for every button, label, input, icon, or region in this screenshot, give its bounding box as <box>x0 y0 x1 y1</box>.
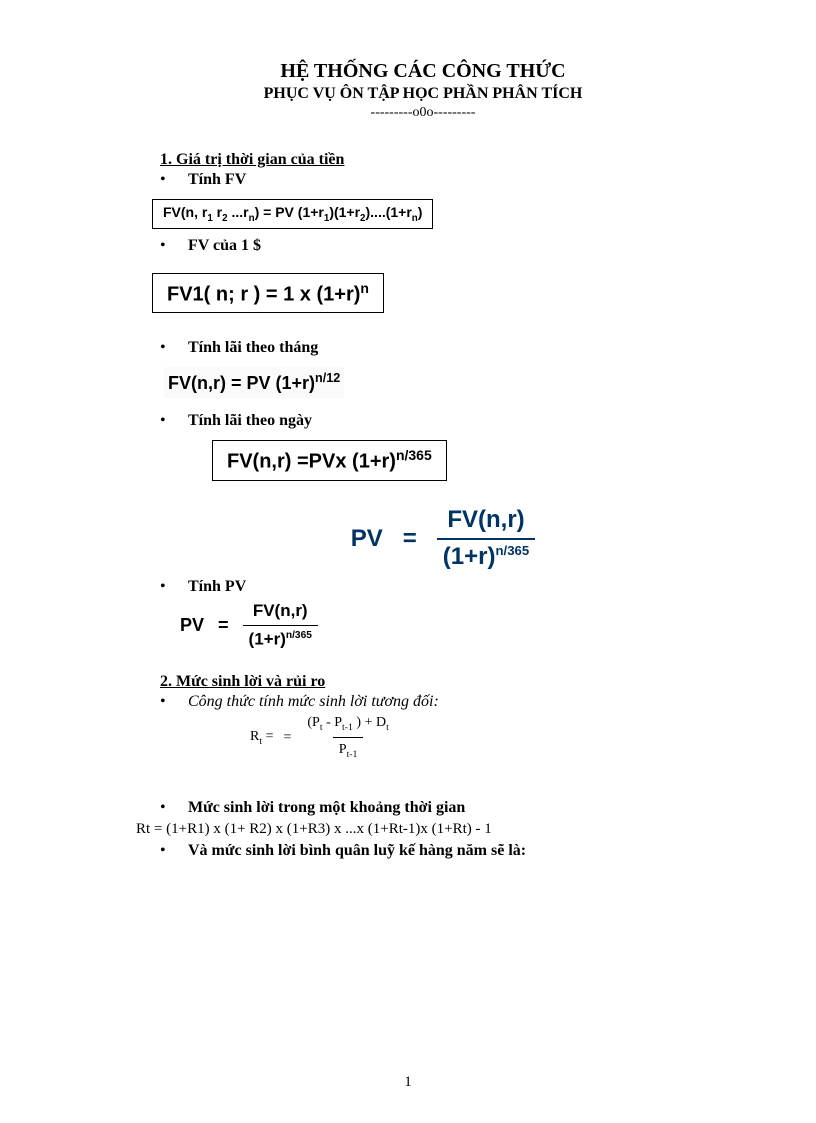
f: P <box>339 742 347 757</box>
f: FV1( n; r ) = 1 x (1+r) <box>167 283 360 305</box>
bullet-dot-icon: • <box>160 578 188 596</box>
f: t-1 <box>342 722 353 733</box>
rt-lhs: Rt = <box>250 729 273 747</box>
f: )....(1+r <box>366 204 412 220</box>
title-main: HỆ THỐNG CÁC CÔNG THỨC <box>160 60 686 83</box>
f: FV(n,r) = PV (1+r) <box>168 373 315 393</box>
bullet-dot-icon: • <box>160 412 188 430</box>
formula-fv1: FV1( n; r ) = 1 x (1+r)n <box>152 273 384 314</box>
pv-fraction: FV(n,r) (1+r)n/365 <box>437 507 535 570</box>
formula-day: FV(n,r) =PVx (1+r)n/365 <box>212 440 447 481</box>
page: HỆ THỐNG CÁC CÔNG THỨC PHỤC VỤ ÔN TẬP HỌ… <box>0 0 816 904</box>
pv2-eq: = <box>218 615 229 636</box>
f: n/12 <box>315 371 340 385</box>
bullet-dot-icon: • <box>160 842 188 860</box>
f: ) <box>418 204 423 220</box>
pv-den: (1+r)n/365 <box>437 538 535 570</box>
bullet-fv-1-dollar: • FV của 1 $ <box>160 237 686 255</box>
rt-eq2: = <box>283 730 291 746</box>
bullet-dot-icon: • <box>160 171 188 189</box>
formula-rt-period: Rt = (1+R1) x (1+ R2) x (1+R3) x ...x (1… <box>136 821 686 838</box>
pv-lhs: PV <box>351 525 383 553</box>
f: = <box>262 729 273 744</box>
f: n <box>360 280 369 296</box>
bullet-relative-return: • Công thức tính mức sinh lời tương đối: <box>160 693 686 711</box>
bullet-tinh-fv-label: Tính FV <box>188 171 246 189</box>
bullet-annual-label: Và mức sinh lời bình quân luỹ kế hàng nă… <box>188 842 526 860</box>
title-divider: ---------o0o--------- <box>160 105 686 121</box>
bullet-annual-cumulative: • Và mức sinh lời bình quân luỹ kế hàng … <box>160 842 686 860</box>
f: n/365 <box>396 447 432 463</box>
bullet-relative-label: Công thức tính mức sinh lời tương đối: <box>188 693 439 711</box>
f: n/365 <box>286 630 312 641</box>
f: ) = PV (1+r <box>255 204 324 220</box>
bullet-dot-icon: • <box>160 237 188 255</box>
f: (1+r) <box>443 543 496 570</box>
bullet-tinh-lai-thang: • Tính lãi theo tháng <box>160 339 686 357</box>
bullet-pv-label: Tính PV <box>188 578 246 596</box>
formula-pv-small: PV = FV(n,r) (1+r)n/365 <box>180 602 686 649</box>
bullet-tinh-pv: • Tính PV <box>160 578 686 596</box>
f: (1+r) <box>249 629 286 648</box>
section-2-heading: 2. Mức sinh lời và rủi ro <box>160 673 686 691</box>
bullet-dot-icon: • <box>160 799 188 817</box>
pv-eq: = <box>403 525 417 553</box>
f: (P <box>307 715 319 730</box>
bullet-tinh-fv: • Tính FV <box>160 171 686 189</box>
formula-month: FV(n,r) = PV (1+r)n/12 <box>164 367 344 398</box>
pv2-fraction: FV(n,r) (1+r)n/365 <box>243 602 318 649</box>
pv2-lhs: PV <box>180 615 204 636</box>
f: R <box>250 729 259 744</box>
f: FV(n, r <box>163 204 207 220</box>
bullet-fv1-label: FV của 1 $ <box>188 237 261 255</box>
formula-fv-general: FV(n, r1 r2 ...rn) = PV (1+r1)(1+r2)....… <box>152 199 433 229</box>
pv2-num: FV(n,r) <box>247 602 314 625</box>
title-sub: PHỤC VỤ ÔN TẬP HỌC PHẦN PHÂN TÍCH <box>160 85 686 103</box>
f: FV(n,r) =PVx (1+r) <box>227 451 396 473</box>
bullet-dot-icon: • <box>160 339 188 357</box>
f: t-1 <box>347 749 358 760</box>
rt-fraction: (Pt - Pt-1 ) + Dt Pt-1 <box>301 715 394 761</box>
section-1-heading: 1. Giá trị thời gian của tiền <box>160 151 686 169</box>
pv-num: FV(n,r) <box>441 507 530 537</box>
bullet-period-return: • Mức sinh lời trong một khoảng thời gia… <box>160 799 686 817</box>
f: - P <box>323 715 342 730</box>
bullet-month-label: Tính lãi theo tháng <box>188 339 318 357</box>
formula-rt: Rt = = (Pt - Pt-1 ) + Dt Pt-1 <box>250 715 686 761</box>
f: n/365 <box>495 543 529 558</box>
bullet-period-label: Mức sinh lời trong một khoảng thời gian <box>188 799 465 817</box>
pv2-den: (1+r)n/365 <box>243 625 318 649</box>
rt-den: Pt-1 <box>333 737 364 761</box>
f: ...r <box>228 204 249 220</box>
bullet-dot-icon: • <box>160 693 188 711</box>
bullet-tinh-lai-ngay: • Tính lãi theo ngày <box>160 412 686 430</box>
rt-num: (Pt - Pt-1 ) + Dt <box>301 715 394 738</box>
f: ) + D <box>353 715 386 730</box>
f: r <box>213 204 222 220</box>
formula-pv-navy: PV = FV(n,r) (1+r)n/365 <box>200 507 686 570</box>
bullet-day-label: Tính lãi theo ngày <box>188 412 312 430</box>
f: )(1+r <box>329 204 360 220</box>
page-number: 1 <box>0 1074 816 1091</box>
f: t <box>386 722 389 733</box>
